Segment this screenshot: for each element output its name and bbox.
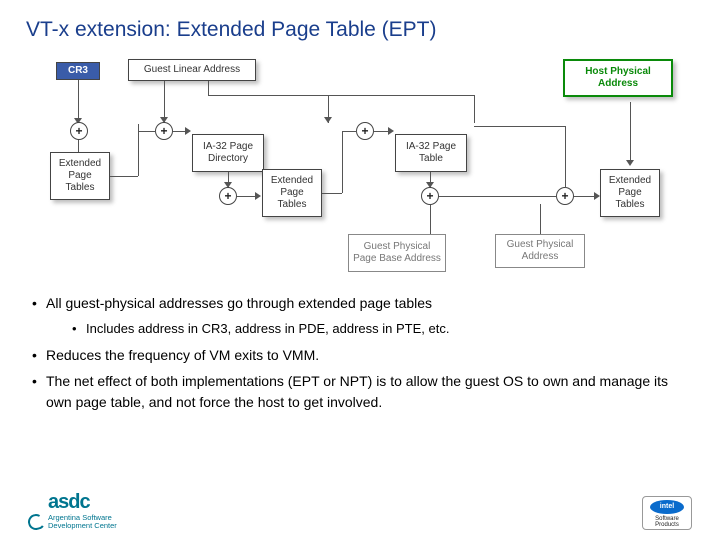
asdc-wordmark: asdc — [48, 491, 117, 514]
bullet-1a: Includes address in CR3, address in PDE,… — [30, 319, 690, 339]
bullet-2: Reduces the frequency of VM exits to VMM… — [30, 345, 690, 367]
ept-diagram: CR3 Guest Linear Address Extended Page T… — [0, 56, 720, 281]
plus-3: + — [219, 187, 237, 205]
intel-logo: intel SoftwareProducts — [642, 496, 692, 530]
plus-5: + — [421, 187, 439, 205]
plus-4: + — [356, 122, 374, 140]
ept-box-2: Extended Page Tables — [262, 169, 322, 217]
plus-1: + — [70, 122, 88, 140]
asdc-subtitle: Argentina Software Development Center — [48, 514, 117, 531]
guest-linear-address-box: Guest Linear Address — [128, 59, 256, 81]
footer: asdc Argentina Software Development Cent… — [0, 491, 720, 531]
guest-phys-base-box: Guest Physical Page Base Address — [348, 234, 446, 272]
ia32-directory-box: IA-32 Page Directory — [192, 134, 264, 172]
bullet-3: The net effect of both implementations (… — [30, 371, 690, 414]
asdc-swirl-icon — [26, 512, 46, 532]
ept-box-1: Extended Page Tables — [50, 152, 110, 200]
ia32-table-box: IA-32 Page Table — [395, 134, 467, 172]
intel-oval-icon: intel — [650, 500, 684, 514]
intel-software-label: SoftwareProducts — [646, 516, 688, 529]
plus-2: + — [155, 122, 173, 140]
ept-box-3: Extended Page Tables — [600, 169, 660, 217]
plus-6: + — [556, 187, 574, 205]
bullet-list: All guest-physical addresses go through … — [0, 281, 720, 414]
bullet-1: All guest-physical addresses go through … — [30, 293, 690, 315]
asdc-logo: asdc Argentina Software Development Cent… — [28, 491, 117, 531]
cr3-box: CR3 — [56, 62, 100, 80]
guest-phys-addr-box: Guest Physical Address — [495, 234, 585, 268]
host-phys-addr-box: Host Physical Address — [563, 59, 673, 97]
slide-title: VT-x extension: Extended Page Table (EPT… — [0, 0, 720, 42]
